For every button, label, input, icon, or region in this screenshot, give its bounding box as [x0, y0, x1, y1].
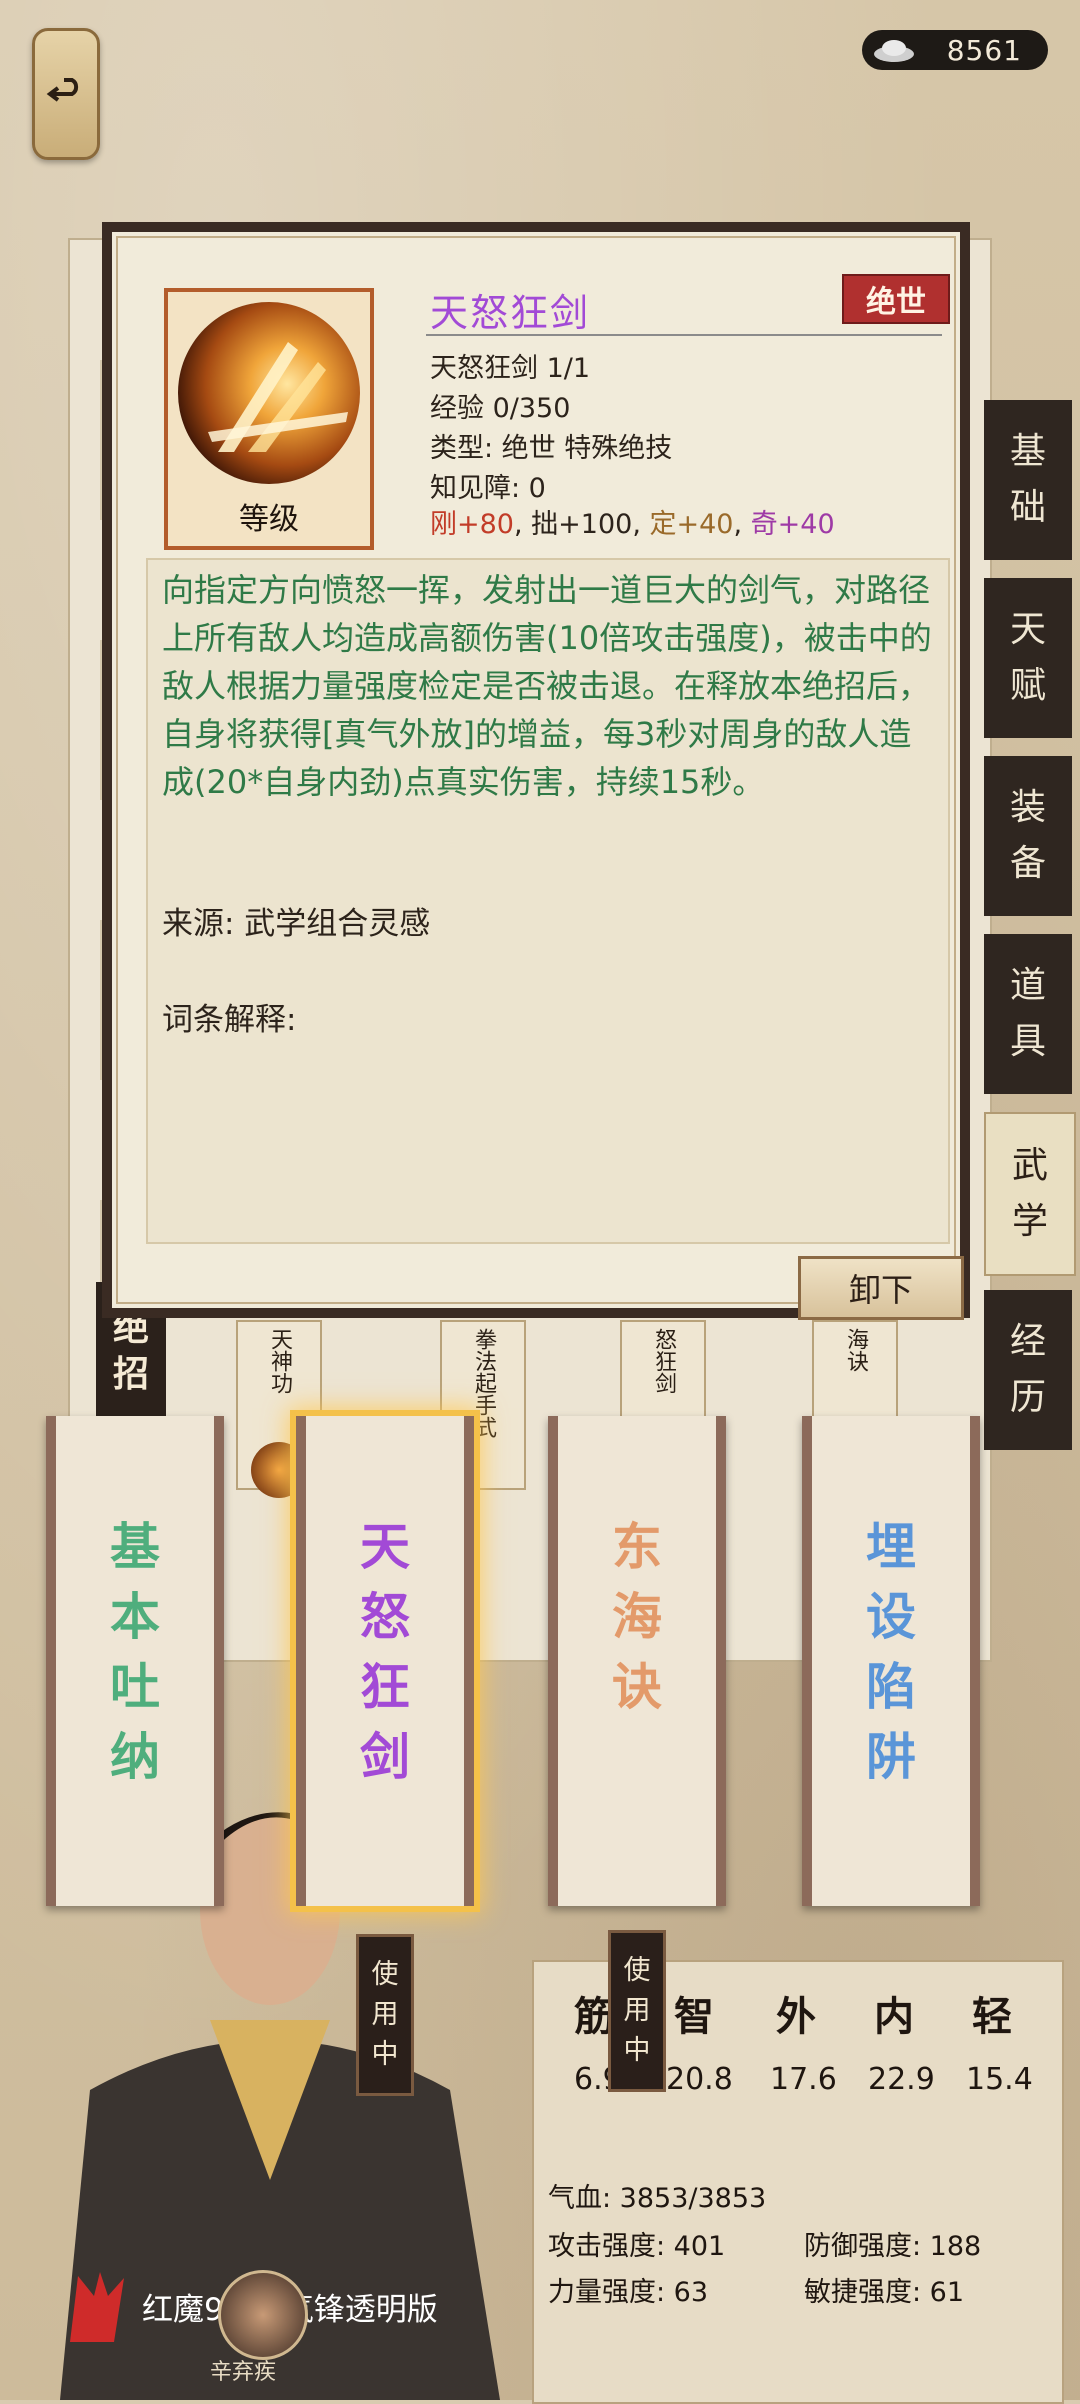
scroll-char: 海: [612, 1588, 662, 1646]
currency-value: 8561: [946, 33, 1022, 67]
ding-bonus: 定+40: [649, 509, 734, 540]
type-line: 类型: 绝世 特殊绝技: [430, 433, 673, 464]
back-button[interactable]: [32, 28, 100, 160]
tab-char: 经: [1009, 1321, 1046, 1362]
stat-value: 17.6: [770, 2062, 837, 2097]
tab-martial-arts[interactable]: 武学: [984, 1112, 1076, 1276]
agility-line: 敏捷强度: 61: [804, 2277, 965, 2308]
separator: ,: [513, 509, 532, 540]
gang-bonus: 刚+80: [430, 509, 514, 540]
stat-value: 15.4: [966, 2062, 1033, 2097]
scroll-char: 埋: [866, 1518, 916, 1576]
tab-char: 道: [1009, 965, 1046, 1006]
currency-display: 8561: [862, 30, 1048, 70]
tab-char: 天: [1009, 609, 1046, 650]
silver-ingot-icon: [874, 40, 914, 62]
separator: ,: [733, 509, 751, 540]
description-box: 向指定方向愤怒一挥，发射出一道巨大的剑气，对路径上所有敌人均造成高额伤害(10倍…: [146, 558, 950, 1244]
stat-header: 内: [874, 1994, 914, 2040]
tab-char: 装: [1009, 787, 1046, 828]
tab-talent[interactable]: 天赋: [984, 578, 1072, 738]
qi-bonus: 奇+40: [750, 509, 835, 540]
in-use-tag: 使 用 中: [608, 1930, 666, 2092]
skill-scroll[interactable]: 基 本 吐 纳: [46, 1416, 224, 1906]
skill-description: 向指定方向愤怒一挥，发射出一道巨大的剑气，对路径上所有敌人均造成高额伤害(10倍…: [162, 571, 932, 801]
scroll-char: 设: [866, 1588, 916, 1646]
skill-source: 来源: 武学组合灵感: [162, 906, 431, 942]
back-arrow-icon: [46, 78, 79, 102]
tab-basics[interactable]: 基础: [984, 400, 1072, 560]
scroll-char: 阱: [866, 1728, 916, 1786]
rarity-badge: 绝世: [842, 274, 950, 324]
hp-line: 气血: 3853/3853: [548, 2183, 767, 2214]
tag-char: 使: [623, 1955, 651, 1986]
scroll-char: 剑: [360, 1728, 410, 1786]
insight-barrier-line: 知见障: 0: [430, 473, 546, 504]
skill-scroll-selected[interactable]: 天 怒 狂 剑: [290, 1410, 480, 1912]
scroll-char: 纳: [110, 1728, 160, 1786]
stat-header: 外: [776, 1994, 816, 2040]
character-avatar[interactable]: [218, 2270, 308, 2360]
experience-line: 经验 0/350: [430, 393, 571, 424]
scroll-char: 东: [612, 1518, 662, 1576]
scroll-char: 怒: [360, 1588, 410, 1646]
attribute-bonuses: 刚+80, 拙+100, 定+40, 奇+40: [430, 502, 835, 541]
title-divider: [426, 334, 942, 336]
tab-equipment[interactable]: 装备: [984, 756, 1072, 916]
stub-label: 天神功: [267, 1328, 292, 1394]
tab-char: 赋: [1009, 665, 1046, 706]
stub-label: 海诀: [843, 1328, 868, 1372]
scroll-char: 本: [110, 1588, 160, 1646]
scroll-char: 基: [110, 1518, 160, 1576]
scroll-char: 吐: [110, 1658, 160, 1716]
skill-scroll[interactable]: 埋 设 陷 阱: [802, 1416, 980, 1906]
tag-char: 使: [371, 1959, 399, 1990]
popup-inner-border: 等级 天怒狂剑 绝世 天怒狂剑 1/1 经验 0/350 类型: 绝世 特殊绝技…: [116, 236, 964, 1320]
tab-items[interactable]: 道具: [984, 934, 1072, 1094]
in-use-tag: 使 用 中: [356, 1934, 414, 2096]
zhuo-bonus: 拙+100: [531, 509, 633, 540]
stat-value: 20.8: [666, 2062, 733, 2097]
tab-char: 基: [1009, 431, 1046, 472]
scroll-char: 狂: [360, 1658, 410, 1716]
tag-char: 中: [623, 2035, 651, 2066]
scroll-char: 诀: [612, 1658, 662, 1716]
tab-history[interactable]: 经历: [984, 1290, 1072, 1450]
skill-scroll[interactable]: 东 海 诀: [548, 1416, 726, 1906]
skill-portrait: 等级: [164, 288, 374, 550]
strength-line: 力量强度: 63: [548, 2277, 709, 2308]
avatar-name: 辛弃疾: [210, 2360, 277, 2385]
stat-header: 轻: [972, 1994, 1012, 2040]
tag-char: 中: [371, 2039, 399, 2070]
label-char: 招: [112, 1354, 149, 1395]
skill-detail-popup: 等级 天怒狂剑 绝世 天怒狂剑 1/1 经验 0/350 类型: 绝世 特殊绝技…: [102, 222, 970, 1320]
stub-label: 怒狂剑: [651, 1328, 676, 1394]
stat-value: 22.9: [868, 2062, 935, 2097]
level-label: 等级: [239, 502, 299, 537]
tag-char: 用: [623, 1995, 651, 2026]
separator: ,: [632, 509, 650, 540]
term-explanation-label: 词条解释:: [162, 1002, 297, 1038]
tab-char: 武: [1011, 1145, 1048, 1186]
tab-char: 学: [1011, 1201, 1048, 1242]
red-magic-logo-icon: [70, 2272, 124, 2342]
tab-char: 备: [1009, 843, 1046, 884]
scroll-char: 陷: [866, 1658, 916, 1716]
attack-line: 攻击强度: 401: [548, 2231, 726, 2262]
tag-char: 用: [371, 1999, 399, 2030]
tab-char: 具: [1009, 1021, 1046, 1062]
stat-header: 智: [674, 1994, 714, 2040]
skill-level-line: 天怒狂剑 1/1: [430, 353, 591, 384]
unload-button[interactable]: 卸下: [798, 1256, 964, 1320]
sword-slash-icon: [178, 302, 360, 484]
defense-line: 防御强度: 188: [804, 2231, 982, 2262]
skill-title: 天怒狂剑: [430, 291, 591, 335]
scroll-char: 天: [360, 1518, 410, 1576]
tab-char: 历: [1009, 1377, 1046, 1418]
tab-char: 础: [1009, 487, 1046, 528]
